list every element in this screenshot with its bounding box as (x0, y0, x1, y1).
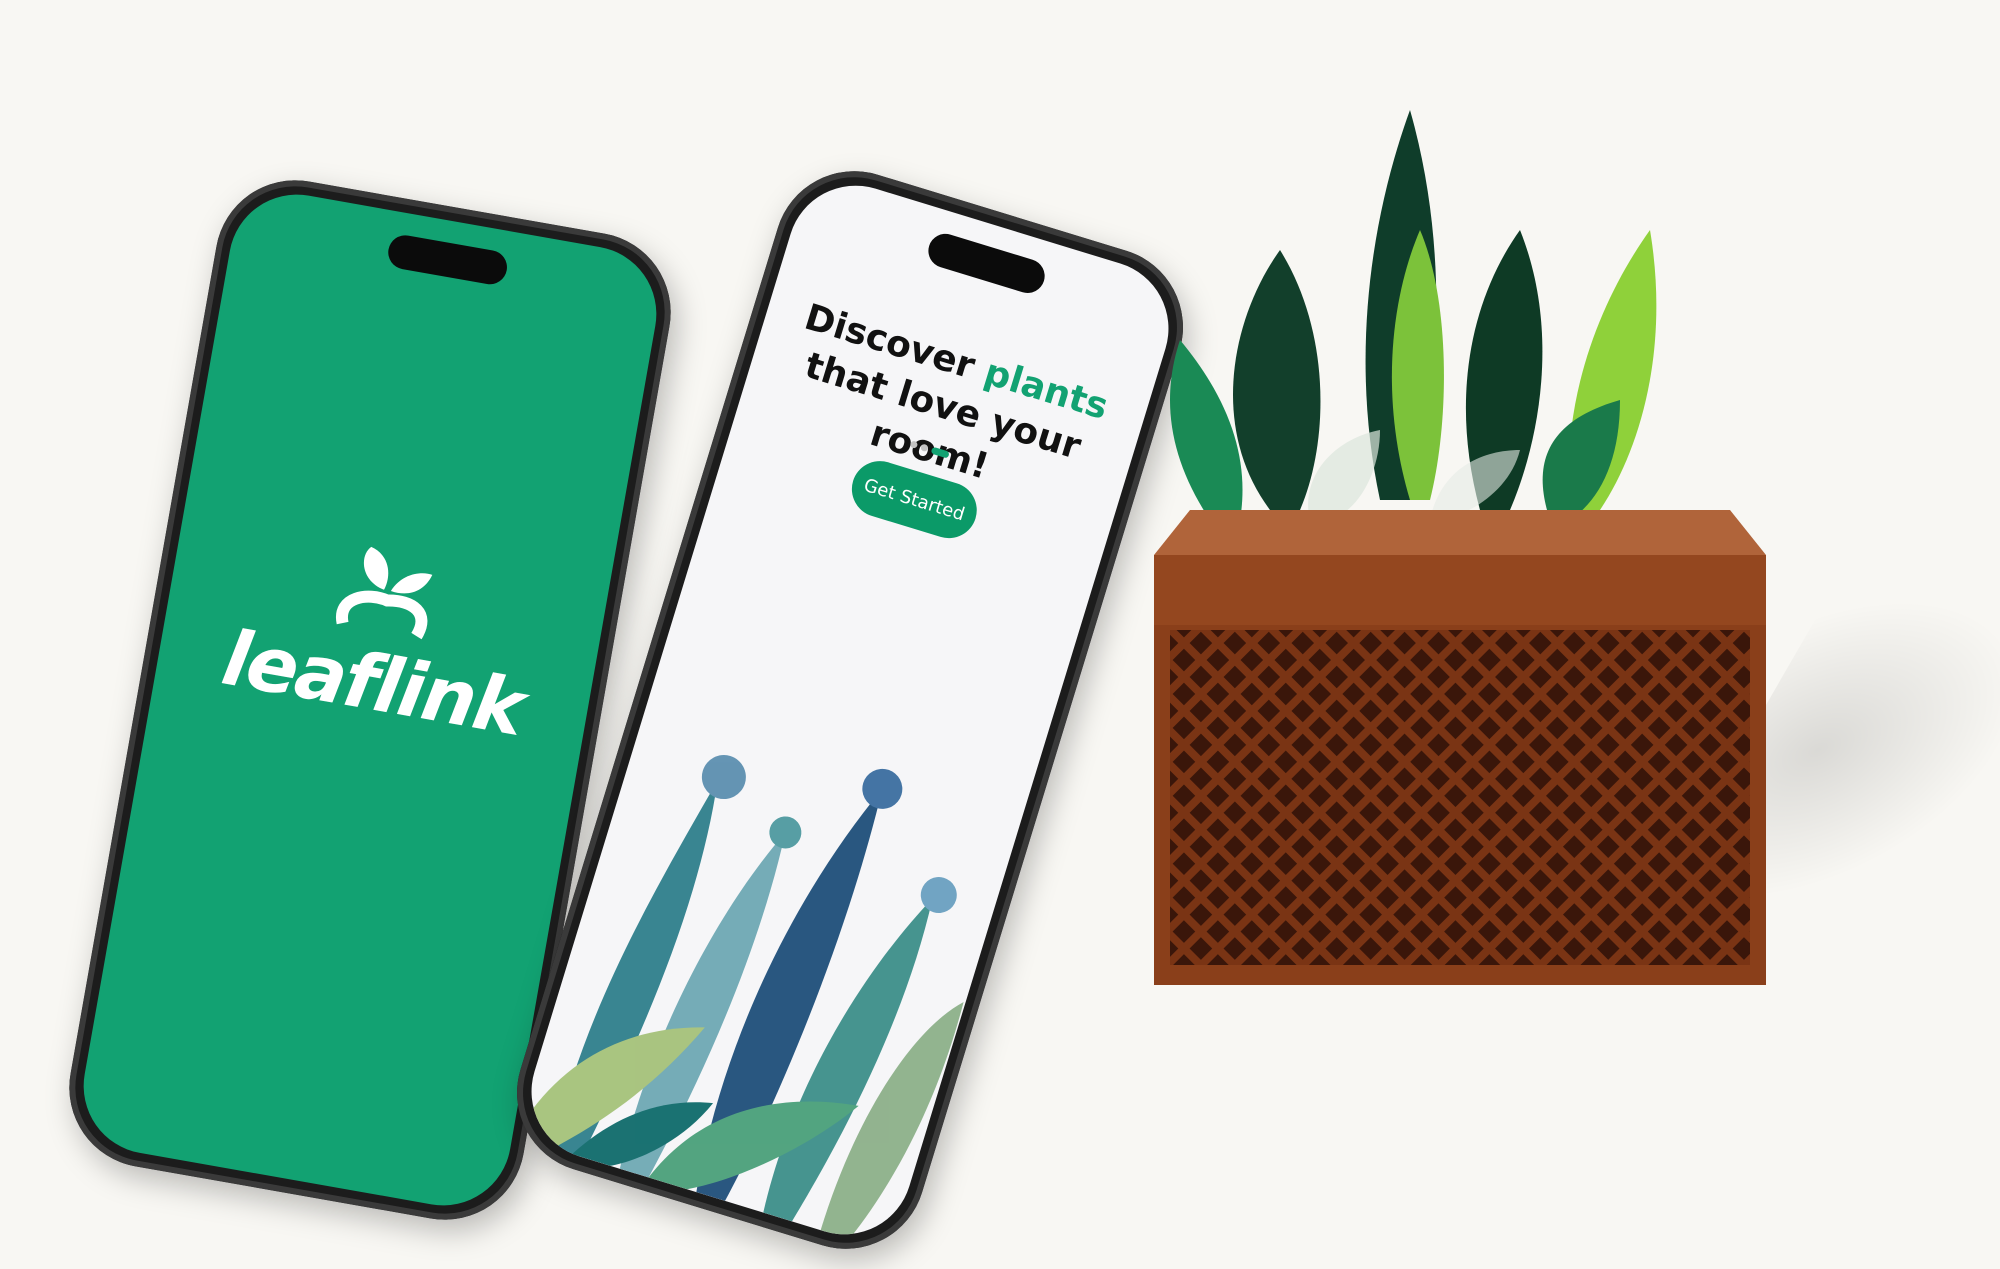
plant-leaves (1170, 110, 1657, 520)
planter-photo (1154, 110, 1766, 985)
dynamic-island (385, 232, 510, 287)
leaf-sprout-icon (336, 546, 433, 640)
planter-box (1154, 510, 1766, 985)
brand-logo: leaflink (216, 520, 546, 753)
dynamic-island (924, 229, 1049, 298)
